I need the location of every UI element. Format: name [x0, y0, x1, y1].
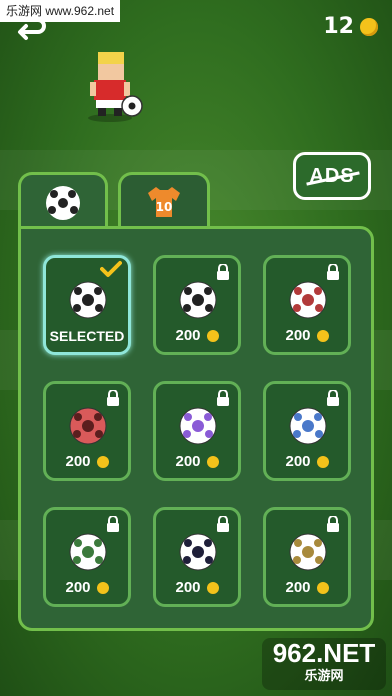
price-value: 200 [285, 327, 311, 344]
ball-cell[interactable]: 200 [263, 255, 351, 355]
watermark-big: 962.NET [272, 638, 376, 668]
coin-icon [316, 329, 329, 342]
coin-icon [96, 581, 109, 594]
lock-icon [327, 264, 339, 280]
watermark-bottom: 962.NET 乐游网 [262, 638, 386, 690]
ball-cell[interactable]: 200 [153, 255, 241, 355]
price-tag: 200 [266, 579, 348, 596]
lock-icon [327, 516, 339, 532]
soccer-ball-icon [289, 407, 327, 445]
lock-icon [107, 516, 119, 532]
soccer-ball-icon [179, 407, 217, 445]
coin-icon [316, 581, 329, 594]
price-tag: 200 [46, 579, 128, 596]
lock-icon [217, 264, 229, 280]
price-value: 200 [285, 579, 311, 596]
soccer-ball-icon [69, 281, 107, 319]
price-value: 200 [175, 579, 201, 596]
ball-cell[interactable]: 200 [263, 507, 351, 607]
player-character [88, 52, 143, 122]
selected-label: SELECTED [49, 328, 125, 344]
lock-icon [217, 516, 229, 532]
coin-count: 12 [323, 14, 354, 39]
price-value: 200 [65, 453, 91, 470]
ball-cell[interactable]: 200 [153, 507, 241, 607]
watermark-small: 乐游网 [304, 668, 344, 683]
soccer-ball-icon [69, 533, 107, 571]
price-tag: 200 [156, 579, 238, 596]
soccer-ball-icon [179, 281, 217, 319]
tab-balls[interactable] [18, 172, 108, 230]
lock-icon [217, 390, 229, 406]
back-arrow-icon[interactable] [16, 18, 48, 44]
price-value: 200 [175, 453, 201, 470]
check-icon [100, 261, 122, 277]
soccer-ball-icon [69, 407, 107, 445]
coin-icon [316, 455, 329, 468]
price-value: 200 [285, 453, 311, 470]
soccer-ball-icon [46, 185, 80, 220]
price-tag: 200 [266, 327, 348, 344]
lock-icon [107, 390, 119, 406]
coin-icon [96, 455, 109, 468]
soccer-ball-icon [289, 533, 327, 571]
remove-ads-button[interactable]: ADS [293, 152, 371, 200]
coin-icon [206, 329, 219, 342]
ball-cell[interactable]: 200 [263, 381, 351, 481]
lock-icon [327, 390, 339, 406]
coin-icon [360, 17, 378, 36]
ball-cell[interactable]: 200 [153, 381, 241, 481]
coin-counter: 12 [323, 14, 378, 39]
shop-panel: SELECTED 200 200 200 200 200 200 200 200 [18, 226, 374, 631]
price-tag: 200 [156, 453, 238, 470]
price-value: 200 [65, 579, 91, 596]
soccer-ball-icon [289, 281, 327, 319]
price-tag: 200 [266, 453, 348, 470]
ball-cell[interactable]: 200 [43, 381, 131, 481]
ball-cell[interactable]: 200 [43, 507, 131, 607]
tab-shirts[interactable]: 10 [118, 172, 210, 228]
price-tag: 200 [156, 327, 238, 344]
coin-icon [206, 581, 219, 594]
shirt-icon: 10 [148, 186, 180, 217]
ball-cell[interactable]: SELECTED [43, 255, 131, 355]
price-tag: 200 [46, 453, 128, 470]
soccer-ball-icon [179, 533, 217, 571]
price-value: 200 [175, 327, 201, 344]
coin-icon [206, 455, 219, 468]
shirt-number: 10 [156, 200, 173, 214]
